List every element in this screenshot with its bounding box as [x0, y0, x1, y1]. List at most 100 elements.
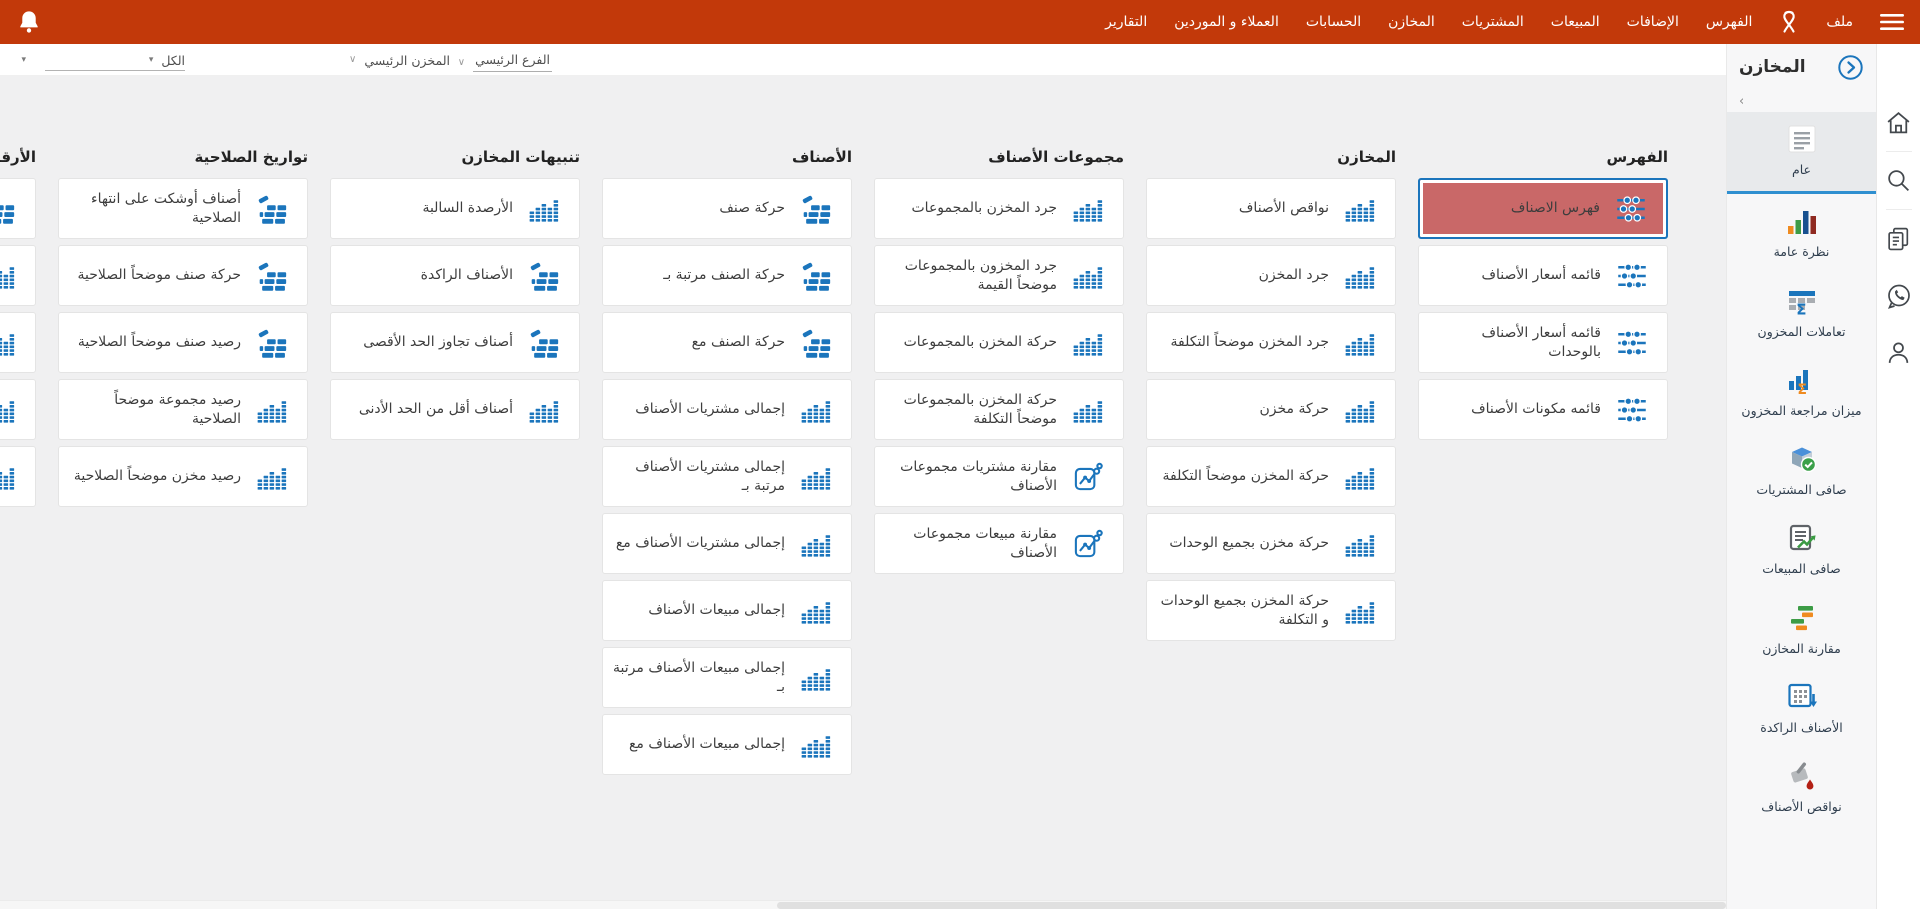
report-card[interactable]: إجمالى مشتريات الأصناف: [602, 379, 852, 440]
report-card[interactable]: حركة صنف موضحاً الصلاحية: [58, 245, 308, 306]
strip-whatsapp-button[interactable]: [1877, 267, 1920, 324]
report-card[interactable]: قائمه أسعار الأصناف بالوحدات: [1418, 312, 1668, 373]
chevron-down-icon: ∨: [349, 51, 356, 69]
report-card[interactable]: مقارنة مبيعات مجموعات الأصناف: [874, 513, 1124, 574]
sidebar-item-2[interactable]: Σتعاملات المخزون: [1727, 274, 1876, 353]
sidebar-item-7[interactable]: الأصناف الراكدة: [1727, 670, 1876, 749]
report-card[interactable]: حركة الصنف مع: [602, 312, 852, 373]
report-card[interactable]: مقارنة مشتريات مجموعات الأصناف: [874, 446, 1124, 507]
column-cards: أصناف أوشكت على انتهاء الصلاحية حركة صنف…: [58, 178, 308, 507]
report-card[interactable]: إجمالى مبيعات الأصناف مع: [602, 714, 852, 775]
scrollbar-thumb[interactable]: [777, 902, 1726, 909]
report-card[interactable]: أصناف أوشكت على انتهاء الصلاحية: [58, 178, 308, 239]
report-card[interactable]: [0, 178, 36, 239]
branch-select-value: الفرع الرئيسي: [473, 51, 552, 72]
sidebar-item-1[interactable]: نظرة عامة: [1727, 194, 1876, 273]
report-card[interactable]: [0, 379, 36, 440]
sidebar-item-5[interactable]: صافى المبيعات: [1727, 511, 1876, 590]
card-label: حركة صنف: [719, 199, 785, 217]
notifications-bell-icon[interactable]: [16, 9, 42, 35]
report-card[interactable]: [0, 312, 36, 373]
nav-item-1[interactable]: الفهرس: [1706, 14, 1753, 30]
report-card[interactable]: جرد المخزن: [1146, 245, 1396, 306]
report-card[interactable]: إجمالى مبيعات الأصناف مرتبة بـ: [602, 647, 852, 708]
card-label: حركة المخزن بجميع الوحدات و التكلفة: [1153, 592, 1329, 628]
report-card[interactable]: جرد المخزن بالمجموعات: [874, 178, 1124, 239]
equalizer-icon: [1341, 395, 1379, 425]
card-label: إجمالى مشتريات الأصناف مع: [616, 534, 785, 552]
nav-item-0[interactable]: ملف: [1826, 14, 1853, 30]
report-card[interactable]: إجمالى مشتريات الأصناف مرتبة بـ: [602, 446, 852, 507]
sidebar-item-6[interactable]: مقارنة المخازن: [1727, 591, 1876, 670]
equalizer-icon: [1069, 328, 1107, 358]
report-card[interactable]: رصيد صنف موضحاً الصلاحية: [58, 312, 308, 373]
column-header: الأرقام: [0, 148, 36, 168]
sidebar-item-label: صافى المشتريات: [1756, 482, 1846, 498]
report-card[interactable]: نواقص الأصناف: [1146, 178, 1396, 239]
sidebar-item-4[interactable]: صافى المشتريات: [1727, 432, 1876, 511]
report-card[interactable]: حركة المخزن موضحاً التكلفة: [1146, 446, 1396, 507]
nav-item-3[interactable]: المبيعات: [1551, 14, 1600, 30]
card-label: أصناف أقل من الحد الأدنى: [359, 400, 513, 418]
sliders-icon: [1613, 395, 1651, 425]
scope-select[interactable]: ▾ الكل: [45, 51, 185, 71]
circle-arrow-right-icon[interactable]: [1837, 54, 1864, 81]
report-card[interactable]: [0, 245, 36, 306]
nav-item-5[interactable]: المخازن: [1388, 14, 1435, 30]
sidebar-collapse-toggle[interactable]: ›: [1727, 90, 1876, 112]
collapsed-select[interactable]: ▾: [6, 51, 26, 69]
report-card[interactable]: أصناف تجاوز الحد الأقصى: [330, 312, 580, 373]
table-sigma-icon: Σ: [1786, 285, 1818, 317]
report-card[interactable]: قائمه أسعار الأصناف: [1418, 245, 1668, 306]
nav-item-4[interactable]: المشتريات: [1462, 14, 1524, 30]
strip-person-button[interactable]: [1877, 324, 1920, 381]
report-card[interactable]: حركة مخزن بجميع الوحدات: [1146, 513, 1396, 574]
strip-search-button[interactable]: [1877, 152, 1920, 209]
report-card[interactable]: رصيد مخزن موضحاً الصلاحية: [58, 446, 308, 507]
equalizer-icon: [1069, 194, 1107, 224]
nav-item-6[interactable]: الحسابات: [1306, 14, 1361, 30]
module-header: المخازن: [1727, 44, 1876, 90]
report-card[interactable]: حركة المخزن بالمجموعات: [874, 312, 1124, 373]
person-icon: [1885, 339, 1912, 366]
caret-down-icon: ▾: [21, 51, 26, 69]
card-label: مقارنة مشتريات مجموعات الأصناف: [881, 458, 1057, 494]
sliders-icon: [1613, 261, 1651, 291]
report-card[interactable]: حركة المخزن بالمجموعات موضحاً التكلفة: [874, 379, 1124, 440]
sliders-icon: [1613, 328, 1651, 358]
card-label: رصيد صنف موضحاً الصلاحية: [78, 333, 241, 351]
nav-item-8[interactable]: التقارير: [1105, 14, 1147, 30]
report-card[interactable]: فهرس الاصناف: [1418, 178, 1668, 239]
report-card[interactable]: حركة مخزن: [1146, 379, 1396, 440]
warehouse-select[interactable]: ∨ المخزن الرئيسي: [328, 51, 450, 69]
sidebar-item-label: ميزان مراجعة المخزون: [1741, 403, 1861, 419]
report-card[interactable]: رصيد مجموعة موضحاً الصلاحية: [58, 379, 308, 440]
report-card[interactable]: إجمالى مبيعات الأصناف: [602, 580, 852, 641]
bricks-icon: [253, 260, 291, 292]
card-label: جرد المخزون بالمجموعات موضحاً القيمة: [881, 257, 1057, 293]
report-card[interactable]: الأرصدة السالبة: [330, 178, 580, 239]
report-column-6: الأرقام: [0, 148, 36, 909]
report-card[interactable]: حركة المخزن بجميع الوحدات و التكلفة: [1146, 580, 1396, 641]
report-card[interactable]: حركة الصنف مرتبة بـ: [602, 245, 852, 306]
horizontal-scrollbar[interactable]: [0, 900, 1726, 909]
sidebar-item-8[interactable]: نواقص الأصناف: [1727, 749, 1876, 828]
report-card[interactable]: قائمه مكونات الأصناف: [1418, 379, 1668, 440]
hamburger-menu-icon[interactable]: [1880, 12, 1904, 32]
nav-item-7[interactable]: العملاء و الموردين: [1174, 14, 1279, 30]
sidebar-item-3[interactable]: Σميزان مراجعة المخزون: [1727, 353, 1876, 432]
sidebar-item-0[interactable]: عام: [1727, 112, 1876, 194]
nav-item-2[interactable]: الإضافات: [1627, 14, 1679, 30]
report-card[interactable]: إجمالى مشتريات الأصناف مع: [602, 513, 852, 574]
report-card[interactable]: أصناف أقل من الحد الأدنى: [330, 379, 580, 440]
strip-copy-button[interactable]: [1877, 210, 1920, 267]
card-label: قائمه أسعار الأصناف: [1481, 266, 1601, 284]
report-card[interactable]: الأصناف الراكدة: [330, 245, 580, 306]
strip-home-button[interactable]: [1877, 94, 1920, 151]
report-card[interactable]: حركة صنف: [602, 178, 852, 239]
search-icon: [1885, 167, 1912, 194]
report-card[interactable]: جرد المخزون بالمجموعات موضحاً القيمة: [874, 245, 1124, 306]
report-card[interactable]: [0, 446, 36, 507]
report-card[interactable]: جرد المخزن موضحاً التكلفة: [1146, 312, 1396, 373]
equalizer-icon: [0, 395, 19, 425]
